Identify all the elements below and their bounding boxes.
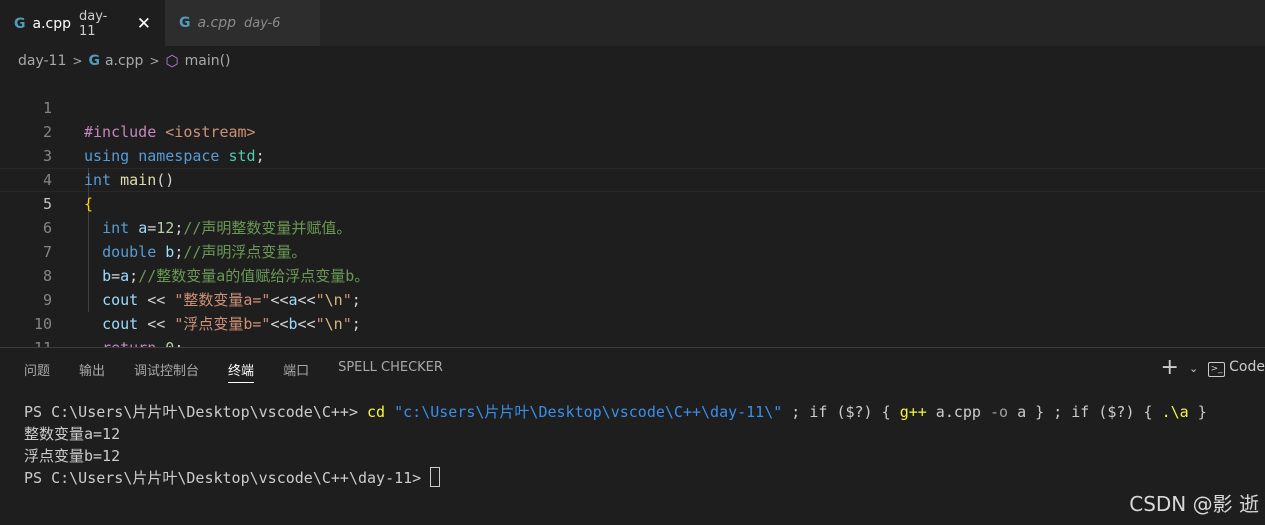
code-line[interactable]: 10 return 0;: [0, 288, 1265, 357]
code-line[interactable]: 2 using namespace std;: [0, 96, 1265, 165]
terminal-icon: >_: [1208, 362, 1226, 377]
terminal-output-line: 整数变量a=12: [24, 425, 121, 443]
tab-ports[interactable]: 端口: [283, 360, 309, 383]
close-icon[interactable]: ✕: [137, 14, 151, 34]
tab-filename: a.cpp: [32, 15, 72, 32]
breadcrumb-file[interactable]: a.cpp: [105, 53, 144, 69]
terminal-cmd-path: "c:\Users\片片叶\Desktop\vscode\C++\day-11\…: [394, 403, 783, 421]
code-editor[interactable]: 1 #include <iostream> 2 using namespace …: [0, 72, 1265, 381]
terminal-output-line: 浮点变量b=12: [24, 447, 121, 465]
cpp-file-icon: G: [179, 15, 190, 31]
code-line-current[interactable]: 5 int a=12;//声明整数变量并赋值。: [0, 168, 1265, 237]
chevron-right-icon: >: [72, 54, 83, 68]
breadcrumb-symbol[interactable]: main(): [185, 53, 231, 69]
terminal-cmd-end: }: [1188, 403, 1207, 421]
breadcrumb: day-11 > G a.cpp > ⬡ main(): [18, 50, 231, 72]
terminal-cmd-if: if ($?) {: [809, 403, 900, 421]
code-line[interactable]: 7 b=a;//整数变量a的值赋给浮点变量b。: [0, 216, 1265, 285]
terminal-cmd-file: a.cpp: [926, 403, 990, 421]
tab-folder: day-11: [79, 8, 108, 39]
code-line[interactable]: 3 int main(): [0, 120, 1265, 189]
tab-spell-checker[interactable]: SPELL CHECKER: [338, 360, 443, 383]
code-line[interactable]: 4 {: [0, 144, 1265, 213]
cpp-file-icon: G: [88, 53, 99, 69]
code-line[interactable]: 1 #include <iostream>: [0, 72, 1265, 141]
tab-problems[interactable]: 问题: [24, 360, 50, 383]
breadcrumb-folder[interactable]: day-11: [18, 53, 66, 69]
terminal-shell-selector[interactable]: >_ Code: [1208, 359, 1265, 377]
csdn-watermark: CSDN @影 逝: [1129, 492, 1259, 516]
tab-debug-console[interactable]: 调试控制台: [134, 360, 199, 383]
bottom-panel: 问题 输出 调试控制台 终端 端口 SPELL CHECKER + ⌄ >_ Co…: [0, 347, 1265, 525]
terminal-prompt: PS C:\Users\片片叶\Desktop\vscode\C++\day-1…: [24, 469, 431, 487]
terminal-prompt: PS C:\Users\片片叶\Desktop\vscode\C++>: [24, 403, 368, 421]
tab-a-cpp-day-6[interactable]: G a.cpp day-6: [165, 0, 320, 46]
method-cube-icon: ⬡: [165, 52, 179, 70]
shell-label: Code: [1229, 359, 1265, 375]
tab-a-cpp-day-11[interactable]: G a.cpp day-11 ✕: [0, 0, 165, 46]
terminal-cursor: [430, 467, 441, 487]
code-line[interactable]: 6 double b;//声明浮点变量。: [0, 192, 1265, 261]
tab-terminal[interactable]: 终端: [228, 360, 255, 383]
tab-folder: day-6: [244, 15, 281, 31]
code-line[interactable]: 9 cout << "浮点变量b="<<b<<"\n";: [0, 264, 1265, 333]
code-line[interactable]: 11 }: [0, 312, 1265, 381]
panel-actions: + ⌄ >_ Code: [1161, 357, 1265, 379]
terminal-cmd-cd: cd: [367, 403, 386, 421]
cpp-file-icon: G: [14, 15, 25, 32]
terminal-cmd-run: .\a: [1161, 403, 1189, 421]
terminal-cmd-flag: -o: [990, 403, 1009, 421]
terminal-cmd-out: a } ;: [1008, 403, 1072, 421]
editor-tab-bar: G a.cpp day-11 ✕ G a.cpp day-6: [0, 0, 1265, 46]
terminal-cmd-if2: if ($?) {: [1071, 403, 1162, 421]
terminal-cmd-gpp: g++: [899, 403, 927, 421]
chevron-right-icon: >: [149, 54, 160, 68]
chevron-down-icon[interactable]: ⌄: [1189, 362, 1198, 375]
terminal-output[interactable]: PS C:\Users\片片叶\Desktop\vscode\C++> cd "…: [24, 401, 1207, 489]
code-line[interactable]: 8 cout << "整数变量a="<<a<<"\n";: [0, 240, 1265, 309]
tab-filename: a.cpp: [197, 15, 237, 31]
terminal-cmd-semi: ;: [782, 403, 810, 421]
panel-tabs: 问题 输出 调试控制台 终端 端口 SPELL CHECKER: [24, 360, 443, 383]
new-terminal-plus-icon[interactable]: +: [1161, 357, 1179, 379]
tab-output[interactable]: 输出: [79, 360, 105, 383]
